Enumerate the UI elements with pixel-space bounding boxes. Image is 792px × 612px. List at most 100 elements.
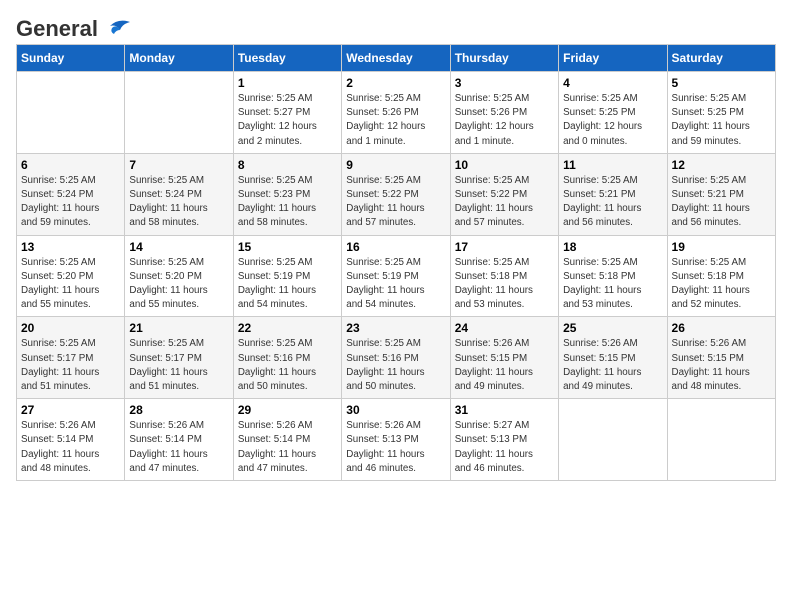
calendar-cell: 6 Sunrise: 5:25 AM Sunset: 5:24 PM Daylig… xyxy=(17,153,125,235)
day-number: 19 xyxy=(672,240,771,254)
calendar-cell: 21 Sunrise: 5:25 AM Sunset: 5:17 PM Dayli… xyxy=(125,317,233,399)
day-number: 4 xyxy=(563,76,662,90)
calendar-cell: 22 Sunrise: 5:25 AM Sunset: 5:16 PM Dayli… xyxy=(233,317,341,399)
day-number: 22 xyxy=(238,321,337,335)
calendar-cell: 1 Sunrise: 5:25 AM Sunset: 5:27 PM Daylig… xyxy=(233,72,341,154)
day-number: 6 xyxy=(21,158,120,172)
calendar-cell: 7Sunrise: 5:25 AM Sunset: 5:24 PM Daylig… xyxy=(125,153,233,235)
calendar-cell: 20 Sunrise: 5:25 AM Sunset: 5:17 PM Dayli… xyxy=(17,317,125,399)
calendar-cell: 8 Sunrise: 5:25 AM Sunset: 5:23 PM Daylig… xyxy=(233,153,341,235)
day-info: Sunrise: 5:25 AM Sunset: 5:23 PM Dayligh… xyxy=(238,174,337,231)
day-number: 17 xyxy=(455,240,554,254)
calendar-table: SundayMondayTuesdayWednesdayThursdayFrid… xyxy=(16,44,776,481)
dow-saturday: Saturday xyxy=(667,45,775,72)
dow-tuesday: Tuesday xyxy=(233,45,341,72)
calendar-cell: 23 Sunrise: 5:25 AM Sunset: 5:16 PM Dayli… xyxy=(342,317,450,399)
calendar-cell xyxy=(559,399,667,481)
dow-monday: Monday xyxy=(125,45,233,72)
dow-friday: Friday xyxy=(559,45,667,72)
day-info: Sunrise: 5:25 AM Sunset: 5:25 PM Dayligh… xyxy=(672,92,771,149)
day-info: Sunrise: 5:25 AM Sunset: 5:16 PM Dayligh… xyxy=(238,337,337,394)
day-info: Sunrise: 5:25 AM Sunset: 5:21 PM Dayligh… xyxy=(672,174,771,231)
day-number: 20 xyxy=(21,321,120,335)
day-info: Sunrise: 5:25 AM Sunset: 5:19 PM Dayligh… xyxy=(346,256,445,313)
day-number: 21 xyxy=(129,321,228,335)
day-info: Sunrise: 5:26 AM Sunset: 5:14 PM Dayligh… xyxy=(129,419,228,476)
day-info: Sunrise: 5:25 AM Sunset: 5:22 PM Dayligh… xyxy=(346,174,445,231)
calendar-cell: 2Sunrise: 5:25 AM Sunset: 5:26 PM Daylig… xyxy=(342,72,450,154)
day-number: 11 xyxy=(563,158,662,172)
calendar-cell: 15Sunrise: 5:25 AM Sunset: 5:19 PM Dayli… xyxy=(233,235,341,317)
day-info: Sunrise: 5:26 AM Sunset: 5:13 PM Dayligh… xyxy=(346,419,445,476)
calendar-cell: 5 Sunrise: 5:25 AM Sunset: 5:25 PM Daylig… xyxy=(667,72,775,154)
day-info: Sunrise: 5:26 AM Sunset: 5:15 PM Dayligh… xyxy=(455,337,554,394)
day-number: 9 xyxy=(346,158,445,172)
day-info: Sunrise: 5:27 AM Sunset: 5:13 PM Dayligh… xyxy=(455,419,554,476)
calendar-cell: 26 Sunrise: 5:26 AM Sunset: 5:15 PM Dayli… xyxy=(667,317,775,399)
day-number: 18 xyxy=(563,240,662,254)
day-info: Sunrise: 5:25 AM Sunset: 5:27 PM Dayligh… xyxy=(238,92,337,149)
calendar-cell: 27Sunrise: 5:26 AM Sunset: 5:14 PM Dayli… xyxy=(17,399,125,481)
day-info: Sunrise: 5:25 AM Sunset: 5:18 PM Dayligh… xyxy=(455,256,554,313)
calendar-cell: 25 Sunrise: 5:26 AM Sunset: 5:15 PM Dayli… xyxy=(559,317,667,399)
day-number: 8 xyxy=(238,158,337,172)
dow-thursday: Thursday xyxy=(450,45,558,72)
day-info: Sunrise: 5:25 AM Sunset: 5:17 PM Dayligh… xyxy=(129,337,228,394)
calendar-cell: 19 Sunrise: 5:25 AM Sunset: 5:18 PM Dayli… xyxy=(667,235,775,317)
calendar-cell: 18 Sunrise: 5:25 AM Sunset: 5:18 PM Dayli… xyxy=(559,235,667,317)
day-number: 30 xyxy=(346,403,445,417)
calendar-cell: 10 Sunrise: 5:25 AM Sunset: 5:22 PM Dayli… xyxy=(450,153,558,235)
day-info: Sunrise: 5:26 AM Sunset: 5:14 PM Dayligh… xyxy=(238,419,337,476)
day-number: 5 xyxy=(672,76,771,90)
dow-sunday: Sunday xyxy=(17,45,125,72)
day-number: 28 xyxy=(129,403,228,417)
day-info: Sunrise: 5:25 AM Sunset: 5:21 PM Dayligh… xyxy=(563,174,662,231)
calendar-cell: 17 Sunrise: 5:25 AM Sunset: 5:18 PM Dayli… xyxy=(450,235,558,317)
day-number: 31 xyxy=(455,403,554,417)
day-info: Sunrise: 5:25 AM Sunset: 5:25 PM Dayligh… xyxy=(563,92,662,149)
day-number: 23 xyxy=(346,321,445,335)
calendar-cell: 16Sunrise: 5:25 AM Sunset: 5:19 PM Dayli… xyxy=(342,235,450,317)
calendar-cell xyxy=(125,72,233,154)
day-info: Sunrise: 5:25 AM Sunset: 5:17 PM Dayligh… xyxy=(21,337,120,394)
page-header: General xyxy=(16,16,776,36)
calendar-cell: 24 Sunrise: 5:26 AM Sunset: 5:15 PM Dayli… xyxy=(450,317,558,399)
day-number: 10 xyxy=(455,158,554,172)
day-info: Sunrise: 5:25 AM Sunset: 5:24 PM Dayligh… xyxy=(21,174,120,231)
calendar-cell xyxy=(17,72,125,154)
day-number: 12 xyxy=(672,158,771,172)
calendar-cell: 9 Sunrise: 5:25 AM Sunset: 5:22 PM Daylig… xyxy=(342,153,450,235)
calendar-cell xyxy=(667,399,775,481)
logo-bird-icon xyxy=(100,16,132,38)
day-info: Sunrise: 5:25 AM Sunset: 5:22 PM Dayligh… xyxy=(455,174,554,231)
day-number: 29 xyxy=(238,403,337,417)
calendar-cell: 29 Sunrise: 5:26 AM Sunset: 5:14 PM Dayli… xyxy=(233,399,341,481)
day-number: 26 xyxy=(672,321,771,335)
day-info: Sunrise: 5:25 AM Sunset: 5:24 PM Dayligh… xyxy=(129,174,228,231)
calendar-cell: 11 Sunrise: 5:25 AM Sunset: 5:21 PM Dayli… xyxy=(559,153,667,235)
calendar-cell: 14 Sunrise: 5:25 AM Sunset: 5:20 PM Dayli… xyxy=(125,235,233,317)
day-number: 14 xyxy=(129,240,228,254)
calendar-cell: 28 Sunrise: 5:26 AM Sunset: 5:14 PM Dayli… xyxy=(125,399,233,481)
calendar-cell: 12 Sunrise: 5:25 AM Sunset: 5:21 PM Dayli… xyxy=(667,153,775,235)
day-info: Sunrise: 5:25 AM Sunset: 5:20 PM Dayligh… xyxy=(129,256,228,313)
day-info: Sunrise: 5:25 AM Sunset: 5:20 PM Dayligh… xyxy=(21,256,120,313)
calendar-cell: 13Sunrise: 5:25 AM Sunset: 5:20 PM Dayli… xyxy=(17,235,125,317)
day-info: Sunrise: 5:25 AM Sunset: 5:16 PM Dayligh… xyxy=(346,337,445,394)
day-number: 2 xyxy=(346,76,445,90)
calendar-cell: 4 Sunrise: 5:25 AM Sunset: 5:25 PM Daylig… xyxy=(559,72,667,154)
day-info: Sunrise: 5:26 AM Sunset: 5:14 PM Dayligh… xyxy=(21,419,120,476)
day-info: Sunrise: 5:25 AM Sunset: 5:18 PM Dayligh… xyxy=(672,256,771,313)
day-number: 1 xyxy=(238,76,337,90)
day-info: Sunrise: 5:25 AM Sunset: 5:19 PM Dayligh… xyxy=(238,256,337,313)
calendar-cell: 3 Sunrise: 5:25 AM Sunset: 5:26 PM Daylig… xyxy=(450,72,558,154)
day-info: Sunrise: 5:26 AM Sunset: 5:15 PM Dayligh… xyxy=(563,337,662,394)
logo: General xyxy=(16,16,132,36)
day-info: Sunrise: 5:26 AM Sunset: 5:15 PM Dayligh… xyxy=(672,337,771,394)
day-number: 24 xyxy=(455,321,554,335)
dow-wednesday: Wednesday xyxy=(342,45,450,72)
day-info: Sunrise: 5:25 AM Sunset: 5:26 PM Dayligh… xyxy=(455,92,554,149)
day-info: Sunrise: 5:25 AM Sunset: 5:18 PM Dayligh… xyxy=(563,256,662,313)
day-number: 25 xyxy=(563,321,662,335)
day-number: 3 xyxy=(455,76,554,90)
